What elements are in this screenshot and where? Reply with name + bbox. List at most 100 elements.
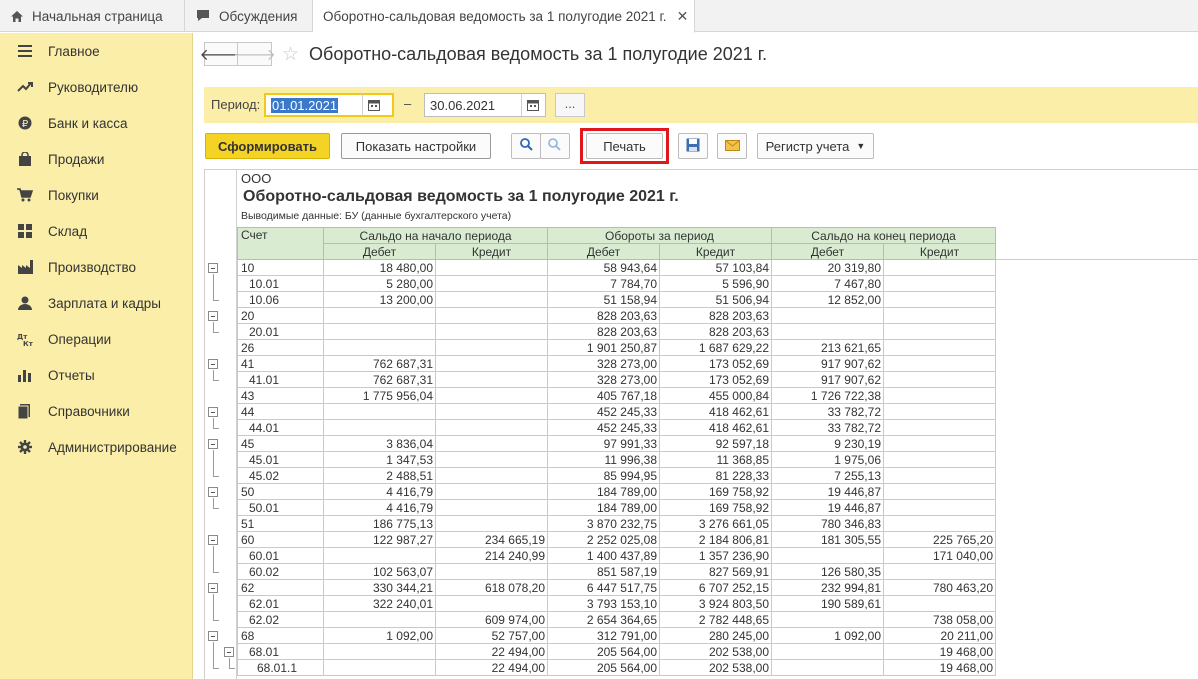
period-to-value[interactable]: 30.06.2021: [425, 98, 521, 113]
account-cell: 50.01: [237, 499, 324, 516]
amount-cell: 452 245,33: [547, 403, 660, 420]
collapse-toggle-icon[interactable]: [224, 647, 234, 657]
collapse-toggle-icon[interactable]: [208, 359, 218, 369]
table-row[interactable]: 68.01 22 494,00 205 564,00 202 538,00 19 468…: [237, 643, 996, 660]
table-row[interactable]: 45.01 1 347,53 11 996,38 11 368,85 1 975,06: [237, 451, 996, 468]
table-row[interactable]: 41 762 687,31 328 273,00 173 052,69 917 907,…: [237, 355, 996, 372]
sidebar-item-admin[interactable]: Администрирование: [0, 429, 192, 465]
table-row[interactable]: 60 122 987,27 234 665,19 2 252 025,08 2 184 …: [237, 531, 996, 548]
save-button[interactable]: [678, 133, 708, 159]
collapse-toggle-icon[interactable]: [208, 535, 218, 545]
amount-cell: 12 852,00: [771, 291, 884, 308]
sidebar-item-manager[interactable]: Руководителю: [0, 69, 192, 105]
amount-cell: 7 255,13: [771, 467, 884, 484]
sidebar-item-bank[interactable]: ₽ Банк и касса: [0, 105, 192, 141]
amount-cell: 405 767,18: [547, 387, 660, 404]
table-row[interactable]: 26 1 901 250,87 1 687 629,22 213 621,65: [237, 339, 996, 356]
table-row[interactable]: 51 186 775,13 3 870 232,75 3 276 661,05 780 …: [237, 515, 996, 532]
calendar-icon[interactable]: [521, 94, 543, 116]
table-row[interactable]: 68 1 092,00 52 757,00 312 791,00 280 245,00 1…: [237, 627, 996, 644]
sidebar-item-production[interactable]: Производство: [0, 249, 192, 285]
table-row[interactable]: 45 3 836,04 97 991,33 92 597,18 9 230,19: [237, 435, 996, 452]
table-row[interactable]: 50 4 416,79 184 789,00 169 758,92 19 446,87: [237, 483, 996, 500]
table-row[interactable]: 60.01 214 240,99 1 400 437,89 1 357 236,90 1…: [237, 547, 996, 564]
tab-report[interactable]: Оборотно-сальдовая ведомость за 1 полуго…: [313, 0, 696, 33]
sidebar-item-warehouse[interactable]: Склад: [0, 213, 192, 249]
amount-cell: 184 789,00: [547, 483, 660, 500]
period-select-button[interactable]: ...: [555, 93, 585, 117]
table-row[interactable]: 10.06 13 200,00 51 158,94 51 506,94 12 852,0…: [237, 291, 996, 308]
amount-cell: 11 368,85: [659, 451, 772, 468]
calendar-icon[interactable]: [362, 94, 384, 116]
header-turnover-credit: Кредит: [659, 243, 772, 260]
sidebar-item-salary[interactable]: Зарплата и кадры: [0, 285, 192, 321]
amount-cell: [323, 659, 436, 676]
sidebar-item-main[interactable]: Главное: [0, 33, 192, 69]
tree-line: [213, 620, 219, 621]
table-row[interactable]: 60.02 102 563,07 851 587,19 827 569,91 126 5…: [237, 563, 996, 580]
amount-cell: 205 564,00: [547, 643, 660, 660]
table-row[interactable]: 44 452 245,33 418 462,61 33 782,72: [237, 403, 996, 420]
collapse-toggle-icon[interactable]: [208, 263, 218, 273]
amount-cell: [323, 643, 436, 660]
amount-cell: 9 230,19: [771, 435, 884, 452]
collapse-toggle-icon[interactable]: [208, 311, 218, 321]
search-refresh-button[interactable]: [540, 133, 570, 159]
collapse-toggle-icon[interactable]: [208, 487, 218, 497]
generate-button[interactable]: Сформировать: [205, 133, 330, 159]
period-to-field[interactable]: 30.06.2021: [424, 93, 546, 117]
sidebar-item-operations[interactable]: Дт Кт Операции: [0, 321, 192, 357]
favorite-star-icon[interactable]: ☆: [282, 43, 299, 66]
table-row[interactable]: 62.01 322 240,01 3 793 153,10 3 924 803,50 1…: [237, 595, 996, 612]
svg-text:Кт: Кт: [23, 340, 33, 346]
amount-cell: 851 587,19: [547, 563, 660, 580]
collapse-toggle-icon[interactable]: [208, 439, 218, 449]
table-row[interactable]: 44.01 452 245,33 418 462,61 33 782,72: [237, 419, 996, 436]
show-settings-button[interactable]: Показать настройки: [341, 133, 491, 159]
period-from-field[interactable]: 01.01.2021: [264, 93, 394, 117]
collapse-toggle-icon[interactable]: [208, 583, 218, 593]
table-row[interactable]: 43 1 775 956,04 405 767,18 455 000,84 1 726 …: [237, 387, 996, 404]
collapse-toggle-icon[interactable]: [208, 631, 218, 641]
amount-cell: [435, 515, 548, 532]
amount-cell: 452 245,33: [547, 419, 660, 436]
period-from-value[interactable]: 01.01.2021: [271, 97, 339, 113]
amount-cell: [883, 387, 996, 404]
table-row[interactable]: 62 330 344,21 618 078,20 6 447 517,75 6 707 …: [237, 579, 996, 596]
collapse-toggle-icon[interactable]: [208, 407, 218, 417]
toolbar: Сформировать Показать настройки Печать Р…: [204, 128, 1198, 164]
table-row[interactable]: 20 828 203,63 828 203,63: [237, 307, 996, 324]
close-icon[interactable]: ✕: [677, 8, 689, 25]
table-row[interactable]: 68.01.1 22 494,00 205 564,00 202 538,00 19 4…: [237, 659, 996, 676]
sidebar-item-directories[interactable]: Справочники: [0, 393, 192, 429]
sidebar-item-label: Руководителю: [48, 79, 139, 95]
table-row[interactable]: 45.02 2 488,51 85 994,95 81 228,33 7 255,13: [237, 467, 996, 484]
forward-button[interactable]: 🡒: [233, 42, 276, 66]
account-cell: 26: [237, 339, 324, 356]
table-row[interactable]: 62.02 609 974,00 2 654 364,65 2 782 448,65 7…: [237, 611, 996, 628]
amount-cell: 7 784,70: [547, 275, 660, 292]
table-row[interactable]: 10 18 480,00 58 943,64 57 103,84 20 319,80: [237, 259, 996, 276]
email-button[interactable]: [717, 133, 747, 159]
table-row[interactable]: 50.01 4 416,79 184 789,00 169 758,92 19 446,…: [237, 499, 996, 516]
table-row[interactable]: 20.01 828 203,63 828 203,63: [237, 323, 996, 340]
table-row[interactable]: 10.01 5 280,00 7 784,70 5 596,90 7 467,80: [237, 275, 996, 292]
amount-cell: [435, 467, 548, 484]
tab-discussions[interactable]: Обсуждения: [185, 0, 313, 32]
amount-cell: [435, 435, 548, 452]
register-dropdown[interactable]: Регистр учета ▼: [757, 133, 874, 159]
tree-line: [229, 668, 235, 669]
amount-cell: 225 765,20: [883, 531, 996, 548]
sidebar-item-sales[interactable]: Продажи: [0, 141, 192, 177]
account-cell: 60: [237, 531, 324, 548]
search-button[interactable]: [511, 133, 541, 159]
amount-cell: [883, 403, 996, 420]
table-row[interactable]: 41.01 762 687,31 328 273,00 173 052,69 917 9…: [237, 371, 996, 388]
sidebar-item-purchases[interactable]: Покупки: [0, 177, 192, 213]
tab-home[interactable]: Начальная страница: [0, 0, 185, 32]
sidebar-item-reports[interactable]: Отчеты: [0, 357, 192, 393]
amount-cell: 19 446,87: [771, 499, 884, 516]
amount-cell: [771, 307, 884, 324]
account-cell: 68: [237, 627, 324, 644]
trend-icon: [16, 78, 34, 96]
